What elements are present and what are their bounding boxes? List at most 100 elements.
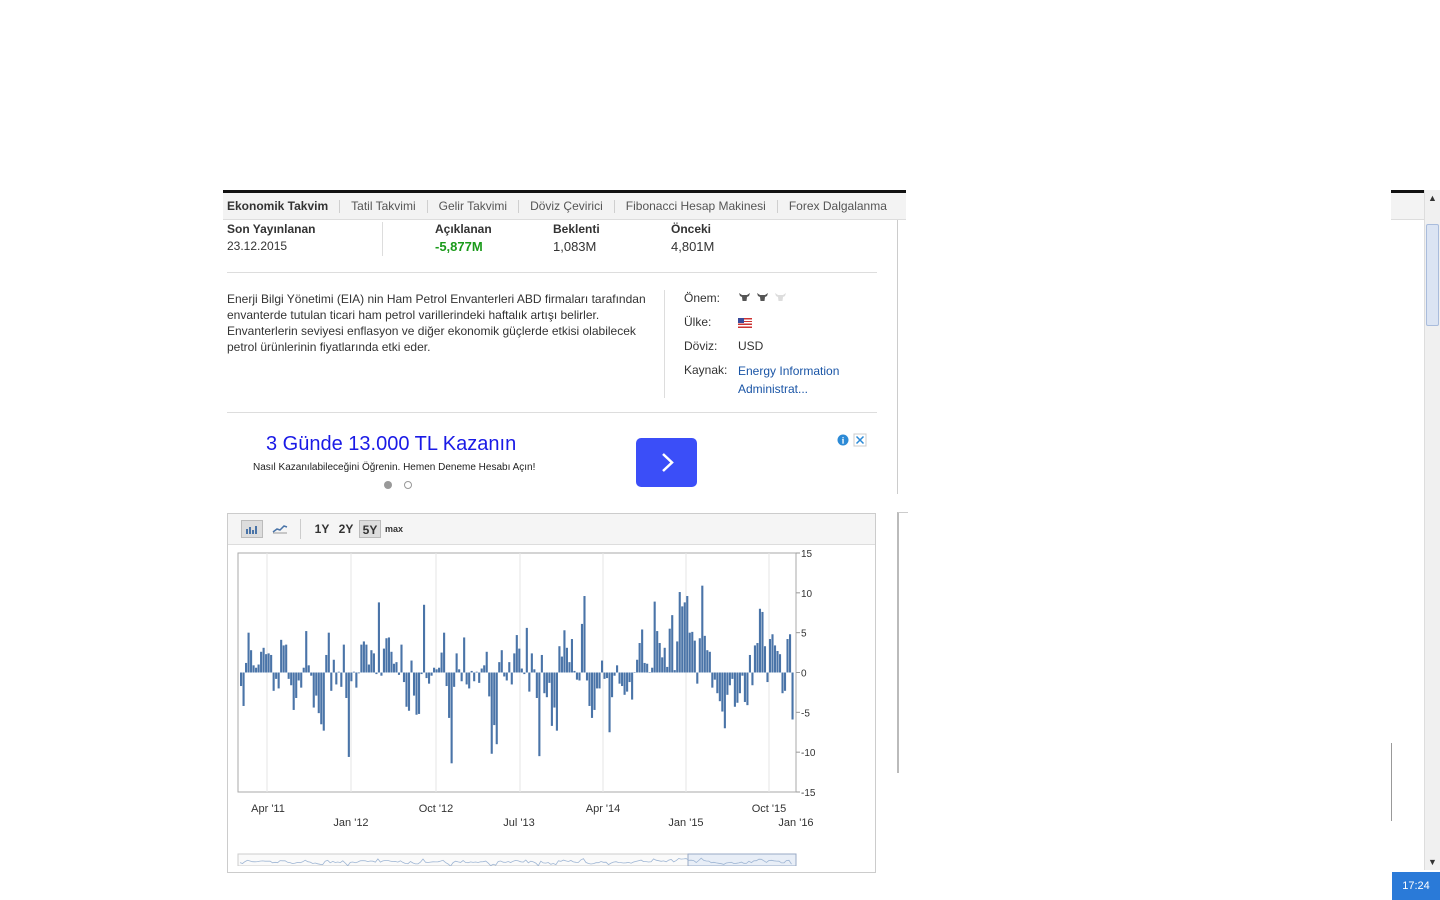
chart-bar (603, 672, 606, 679)
scroll-down-icon[interactable]: ▼ (1425, 854, 1440, 870)
chart-bar (453, 672, 456, 687)
scroll-up-icon[interactable]: ▲ (1425, 190, 1440, 206)
chart-bar (698, 638, 701, 673)
chart-bar (250, 650, 253, 673)
chart-bar (708, 651, 711, 673)
scroll-thumb[interactable] (1426, 224, 1439, 326)
chart-bar (282, 645, 285, 673)
chart-bar (778, 654, 782, 673)
chart-bar (543, 672, 546, 694)
chart-bar (523, 672, 526, 675)
ad-info-close-icon[interactable]: i (837, 433, 867, 447)
chart-bar (791, 672, 794, 720)
chart-bar (623, 672, 626, 695)
bull-icon (757, 293, 768, 301)
ad-slide-dot-active[interactable] (384, 481, 392, 489)
chart-bar (638, 643, 641, 673)
chart-bar (513, 653, 516, 673)
chart-bar (377, 602, 380, 673)
x-tick-label: Jan '15 (668, 817, 703, 829)
chart-bar (493, 672, 496, 726)
chart-bar (530, 653, 533, 673)
y-tick-label: -15 (801, 788, 816, 799)
chart-bar (495, 672, 498, 745)
nav-item-5[interactable]: Forex Dalgalanma (778, 199, 898, 213)
chart-bar (455, 653, 458, 673)
actual-value: -5,877M (435, 239, 483, 254)
chart-bar (693, 640, 696, 673)
chart-bar (350, 672, 353, 682)
chart-bar (415, 672, 418, 715)
chart-bar (773, 645, 777, 673)
chart-bar (721, 672, 724, 712)
chart-bar (375, 672, 378, 675)
forecast-label: Beklenti (553, 222, 600, 236)
chart-bar (340, 672, 343, 687)
actual-label: Açıklanan (435, 222, 492, 236)
us-flag-icon (738, 315, 752, 331)
y-tick-label: 0 (801, 669, 807, 680)
chart-bar (578, 672, 581, 681)
chart-bar (580, 623, 584, 673)
page-scrollbar[interactable]: ▲ ▼ (1424, 190, 1440, 870)
top-nav: Ekonomik Takvim Tatil Takvimi Gelir Takvim… (223, 190, 906, 220)
chart-bar (257, 664, 260, 673)
forecast-value: 1,083M (553, 239, 597, 254)
chart-bar (761, 611, 764, 673)
chart-bar (428, 672, 431, 684)
ad-next-button[interactable] (636, 438, 697, 487)
chart-bar (626, 672, 629, 692)
chart-bar (327, 632, 330, 673)
divider-line (227, 272, 877, 273)
chart-bar (643, 662, 646, 673)
chart-bar (671, 615, 674, 673)
ad-title[interactable]: 3 Günde 13.000 TL Kazanın (266, 433, 516, 456)
chart-bar (335, 672, 338, 685)
latest-release-label: Son Yayınlanan (227, 222, 316, 236)
navigator-selection (687, 853, 797, 866)
chart-bar (771, 634, 774, 673)
chart-bar (315, 672, 318, 696)
importance-bulls (738, 291, 792, 305)
x-tick-label: Oct '12 (419, 803, 454, 815)
chart-bar (247, 632, 250, 673)
chart-bar (533, 669, 536, 673)
chart-bar (585, 672, 589, 681)
chart-bar (555, 672, 558, 731)
chart-bar (651, 667, 654, 673)
chart-bar (628, 672, 631, 683)
chart-bar (658, 643, 661, 673)
chart-bar (450, 672, 453, 764)
taskbar-clock[interactable]: 17:24 (1392, 872, 1440, 900)
chart-bar (503, 672, 506, 677)
chart-bar (305, 631, 308, 673)
nav-item-0[interactable]: Ekonomik Takvim (223, 199, 341, 213)
chart-panel: 1Y 2Y 5Y max 15 10 5 0 -5 -10 -15 Apr '11 Oct '1… (227, 513, 876, 873)
y-tick-label: 5 (801, 629, 807, 640)
chart-bar (460, 672, 463, 682)
chart-bar (575, 672, 579, 680)
chart-bar (295, 672, 298, 698)
ad-slide-dot[interactable] (404, 481, 412, 489)
chart-bar (588, 672, 591, 706)
nav-item-3[interactable]: Döviz Çevirici (519, 199, 615, 213)
ad-banner[interactable]: 3 Günde 13.000 TL Kazanın Nasıl Kazanıla… (227, 425, 877, 500)
nav-item-1[interactable]: Tatil Takvimi (340, 199, 428, 213)
chart-bar (656, 631, 659, 673)
y-tick-label: -5 (801, 708, 810, 719)
chart-bar (260, 651, 263, 673)
chart-bar (488, 672, 491, 697)
chart-bar (550, 672, 553, 726)
chart-bar (420, 672, 423, 675)
chart-bar (390, 651, 393, 673)
chart-bar (746, 672, 749, 706)
chart-bar (593, 672, 596, 710)
chart-bar (242, 672, 245, 706)
chart-bar (776, 650, 779, 673)
source-link[interactable]: Energy Information Administrat... (738, 362, 878, 398)
chart-bar (758, 608, 762, 673)
nav-item-4[interactable]: Fibonacci Hesap Makinesi (615, 199, 778, 213)
country-label: Ülke: (684, 315, 712, 329)
nav-item-2[interactable]: Gelir Takvimi (428, 199, 520, 213)
chart-bar (681, 606, 684, 673)
